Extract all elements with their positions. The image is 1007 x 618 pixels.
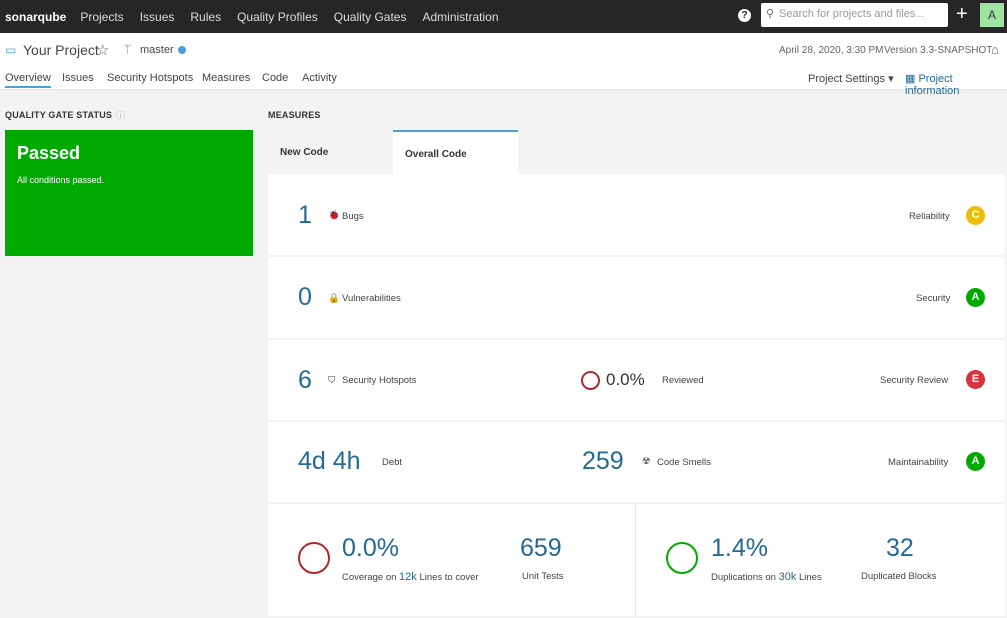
- duplications-ring: [666, 542, 698, 574]
- help-icon[interactable]: ?: [738, 9, 751, 22]
- vulnerabilities-label: Vulnerabilities: [342, 293, 401, 304]
- branch-name[interactable]: master: [140, 44, 174, 56]
- search-input[interactable]: ⚲ Search for projects and files...: [761, 3, 948, 27]
- avatar[interactable]: A: [980, 3, 1004, 27]
- unit-tests-label: Unit Tests: [522, 571, 564, 582]
- security-label: Security: [916, 293, 951, 304]
- tab-overview[interactable]: Overview: [5, 72, 51, 88]
- coverage-ring: [298, 542, 330, 574]
- security-review-label: Security Review: [880, 375, 949, 386]
- lines-to-cover-link[interactable]: 12k: [399, 571, 417, 583]
- maintainability-row: 4d 4h Debt 259 ☢ Code Smells Maintainabi…: [268, 422, 1005, 502]
- coverage-label: Coverage on 12k Lines to cover: [342, 571, 479, 583]
- top-navbar: sonarqube Projects Issues Rules Quality …: [0, 0, 1007, 33]
- measures-title: MEASURES: [268, 110, 321, 120]
- code-smells-label: Code Smells: [657, 457, 711, 468]
- project-information-link[interactable]: ▦ Project information: [905, 72, 1007, 97]
- create-plus-icon[interactable]: +: [956, 3, 968, 26]
- bug-icon: 🐞: [328, 210, 340, 221]
- analysis-date: April 28, 2020, 3:30 PM: [779, 45, 884, 56]
- duplicated-lines-link[interactable]: 30k: [779, 571, 797, 583]
- help-icon[interactable]: ⓘ: [116, 109, 125, 122]
- nav-quality-gates[interactable]: Quality Gates: [334, 10, 407, 24]
- home-icon[interactable]: ⌂: [991, 42, 999, 57]
- nav-rules[interactable]: Rules: [190, 10, 221, 24]
- nav-quality-profiles[interactable]: Quality Profiles: [237, 10, 318, 24]
- vulnerabilities-row: 0 🔒 Vulnerabilities Security A: [268, 257, 1005, 338]
- star-icon[interactable]: ☆: [96, 41, 109, 59]
- quality-gate-value: Passed: [17, 143, 81, 163]
- tab-measures[interactable]: Measures: [202, 72, 250, 84]
- reliability-rating[interactable]: C: [966, 206, 985, 225]
- lock-icon: 🔒: [328, 293, 340, 304]
- coverage-duplications-row: 0.0% Coverage on 12k Lines to cover 659 …: [268, 504, 1005, 616]
- hotspots-label: Security Hotspots: [342, 375, 417, 386]
- project-icon: ▭: [5, 43, 17, 57]
- maintainability-label: Maintainability: [888, 457, 949, 468]
- tab-issues[interactable]: Issues: [62, 72, 94, 84]
- project-title[interactable]: Your Project: [23, 42, 99, 58]
- reviewed-label: Reviewed: [662, 375, 704, 386]
- debt-value[interactable]: 4d 4h: [298, 447, 361, 476]
- reviewed-value[interactable]: 0.0%: [606, 370, 645, 390]
- hotspots-row: 6 ⛉ Security Hotspots 0.0% Reviewed Secu…: [268, 340, 1005, 420]
- project-settings-dropdown[interactable]: Project Settings ▾: [808, 72, 894, 85]
- quality-gate-status: Passed All conditions passed.: [5, 130, 253, 256]
- nav-administration[interactable]: Administration: [422, 10, 498, 24]
- maintainability-rating[interactable]: A: [966, 452, 985, 471]
- nav-issues[interactable]: Issues: [140, 10, 175, 24]
- tab-new-code[interactable]: New Code: [268, 130, 393, 174]
- divider: [635, 504, 636, 616]
- quality-gate-title: QUALITY GATE STATUS: [5, 110, 113, 120]
- quality-gate-message: All conditions passed.: [17, 175, 105, 185]
- version: Version 3.3-SNAPSHOT: [884, 45, 993, 56]
- reliability-label: Reliability: [909, 211, 950, 222]
- smell-icon: ☢: [642, 456, 651, 467]
- bugs-value[interactable]: 1: [298, 201, 312, 230]
- project-header: ▭ Your Project ☆ ᛘ master April 28, 2020…: [0, 33, 1007, 97]
- duplications-value[interactable]: 1.4%: [711, 534, 768, 563]
- bugs-label: Bugs: [342, 211, 364, 222]
- tab-security-hotspots[interactable]: Security Hotspots: [107, 72, 193, 84]
- bugs-row: 1 🐞 Bugs Reliability C: [268, 174, 1005, 255]
- vulnerabilities-value[interactable]: 0: [298, 283, 312, 312]
- sonarqube-logo[interactable]: sonarqube: [5, 10, 66, 24]
- nav-projects[interactable]: Projects: [80, 10, 123, 24]
- branch-info-icon[interactable]: [178, 46, 186, 54]
- tab-activity[interactable]: Activity: [302, 72, 337, 84]
- security-rating[interactable]: A: [966, 288, 985, 307]
- unit-tests-value[interactable]: 659: [520, 534, 562, 563]
- debt-label: Debt: [382, 457, 403, 468]
- duplicated-blocks-value[interactable]: 32: [886, 534, 914, 563]
- duplicated-blocks-label: Duplicated Blocks: [861, 571, 937, 582]
- code-smells-value[interactable]: 259: [582, 447, 624, 476]
- search-icon: ⚲: [766, 8, 775, 20]
- hotspots-value[interactable]: 6: [298, 366, 312, 395]
- tab-overall-code[interactable]: Overall Code: [393, 130, 518, 174]
- reviewed-ring: [581, 371, 600, 390]
- coverage-value[interactable]: 0.0%: [342, 534, 399, 563]
- tab-code[interactable]: Code: [262, 72, 288, 84]
- duplications-label: Duplications on 30k Lines: [711, 571, 822, 583]
- shield-icon: ⛉: [328, 375, 336, 386]
- branch-icon: ᛘ: [124, 42, 132, 56]
- security-review-rating[interactable]: E: [966, 370, 985, 389]
